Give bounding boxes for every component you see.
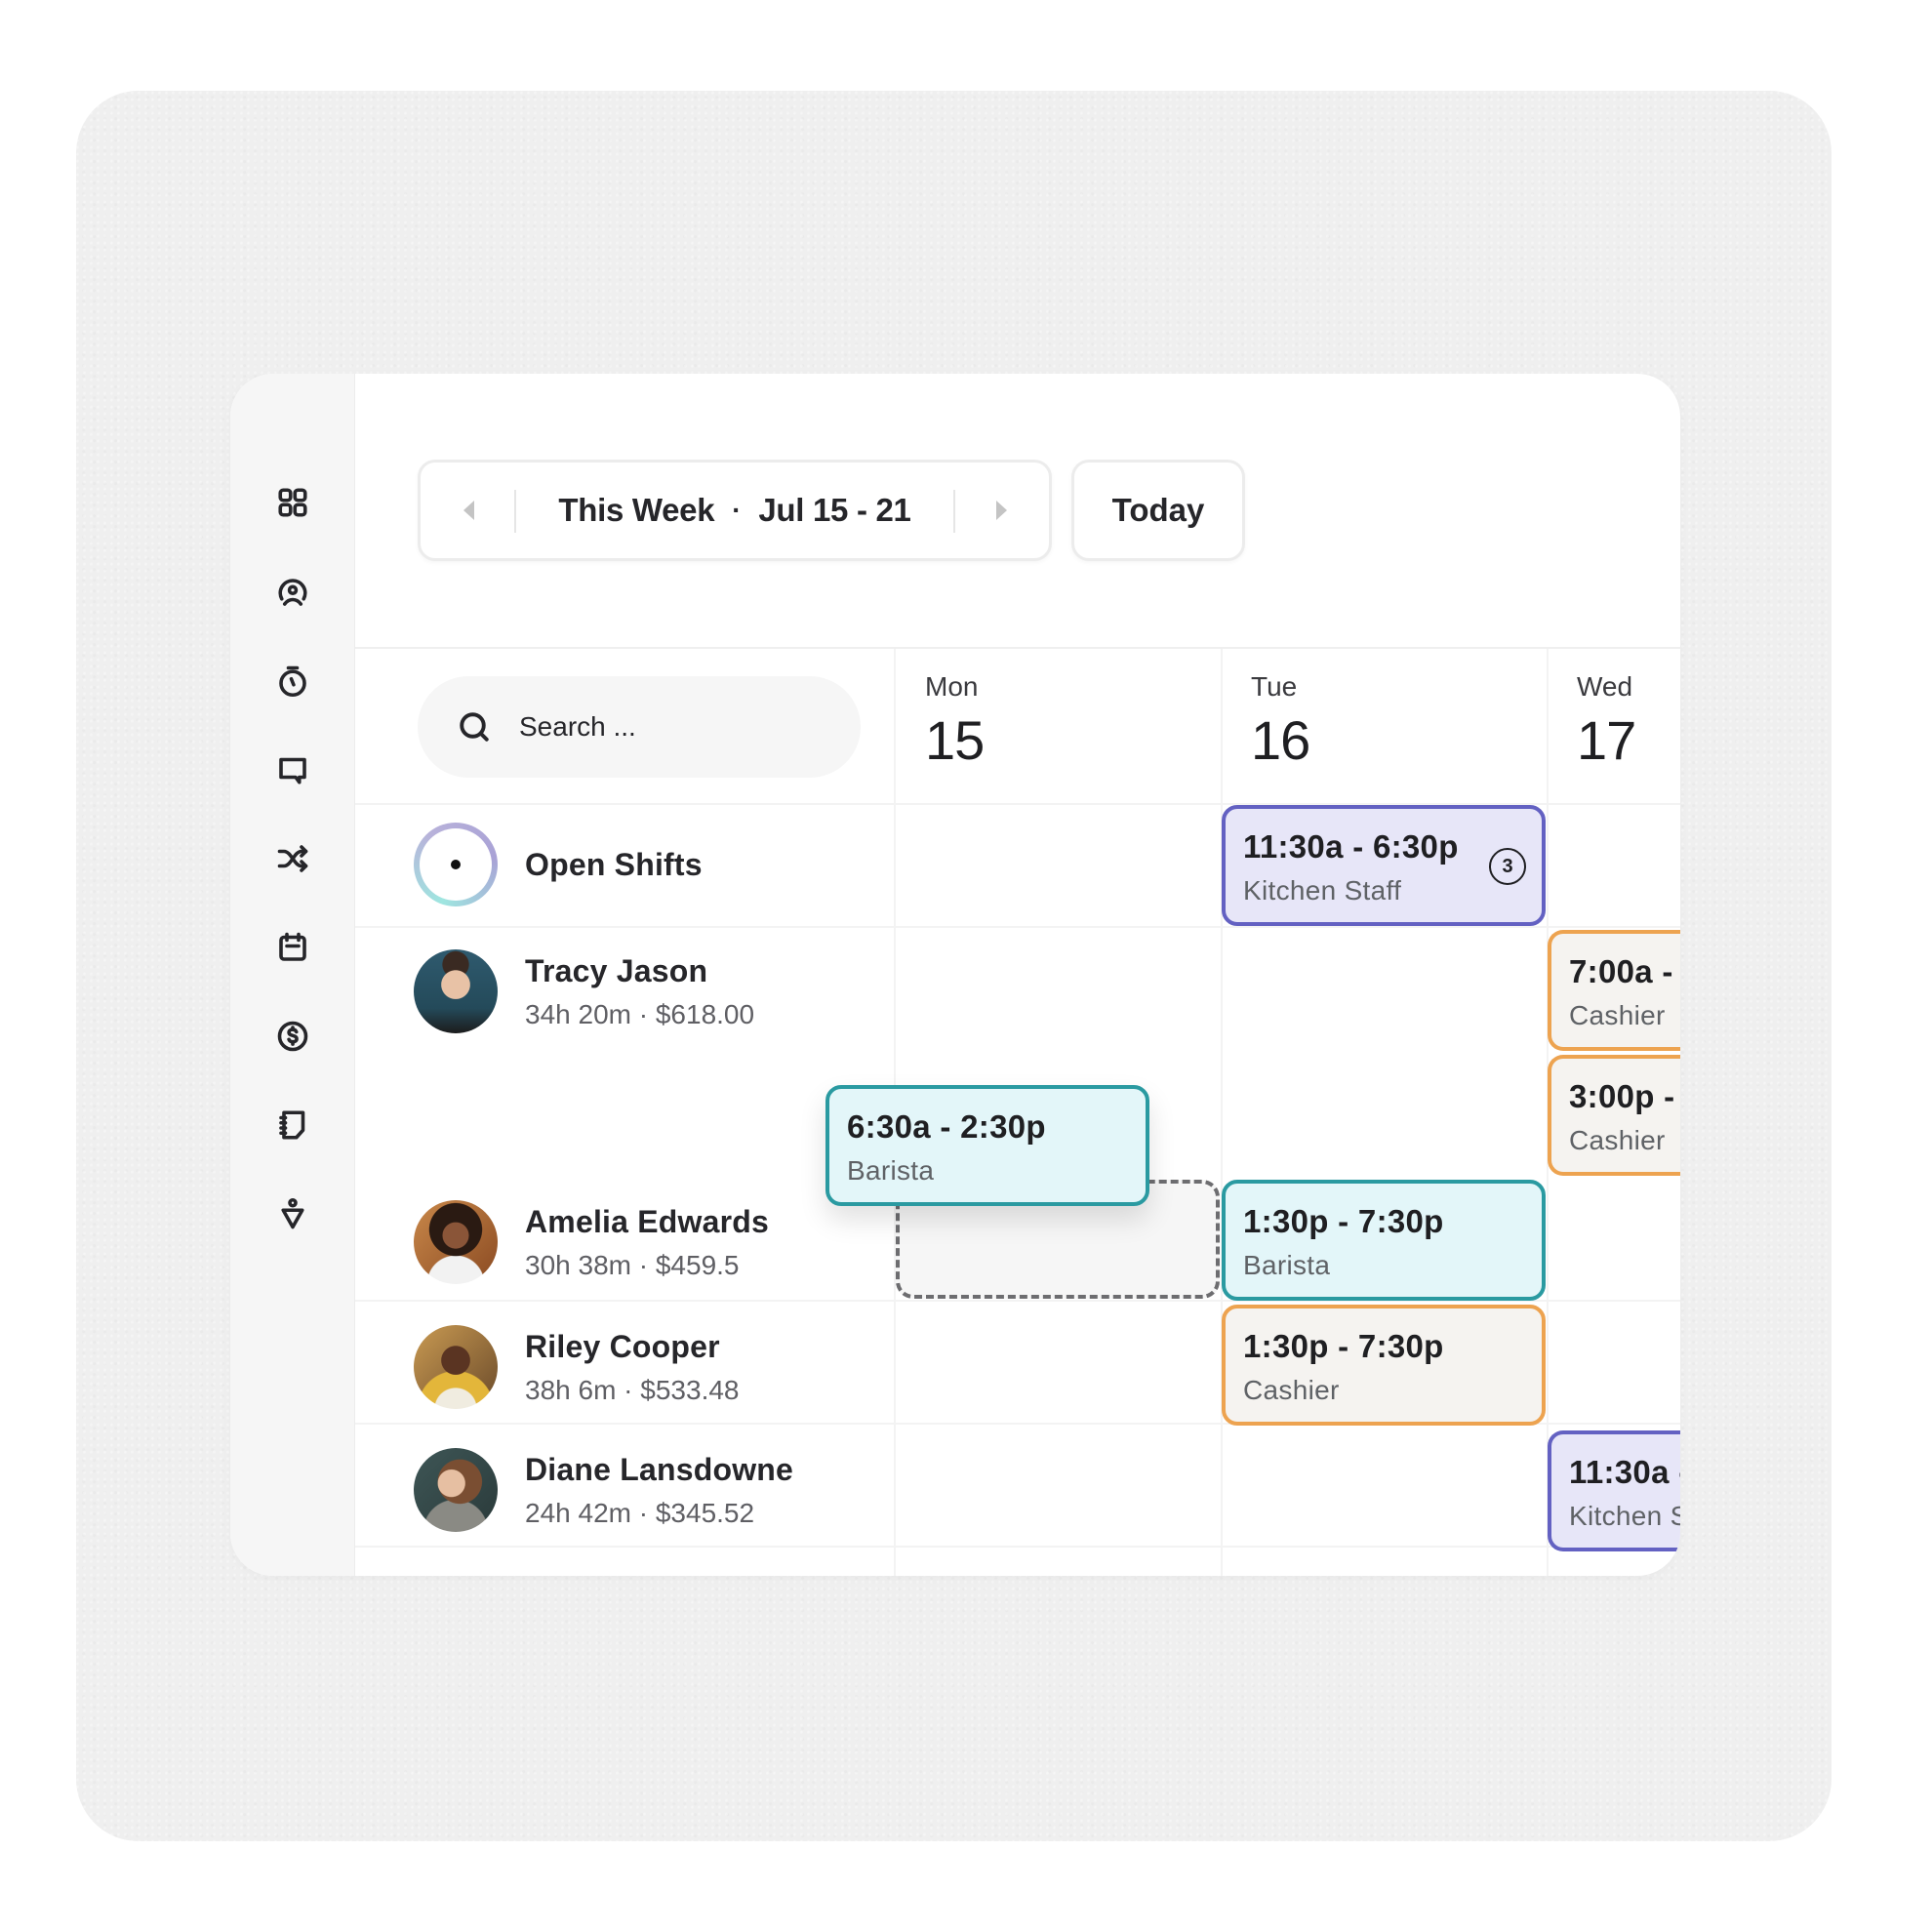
shift-role: Kitchen St [1569,1501,1680,1531]
notebook-icon[interactable] [275,1107,310,1143]
shift-time: 7:00a - 1 [1569,953,1680,989]
shift-role: Cashier [1569,1125,1666,1155]
shift-card-diane-wed[interactable]: 11:30a - Kitchen St [1548,1430,1680,1551]
sidebar [230,374,355,1576]
shift-role: Barista [1243,1250,1331,1280]
shift-card-tracy-wed-1[interactable]: 7:00a - 1 Cashier [1548,930,1680,1051]
shift-time: 6:30a - 2:30p [847,1108,1046,1145]
shift-card-amelia-tue[interactable]: 1:30p - 7:30p Barista [1222,1180,1546,1301]
calendar-icon[interactable] [275,930,310,965]
shift-time: 11:30a - [1569,1454,1680,1490]
shift-role: Barista [847,1155,935,1186]
shift-time: 1:30p - 7:30p [1243,1328,1444,1364]
user-circle-icon[interactable] [275,575,310,610]
shift-role: Cashier [1243,1375,1340,1405]
schedule-main: This Week · Jul 15 - 21 Today Search ...… [355,374,1680,1576]
scheduler-window: This Week · Jul 15 - 21 Today Search ...… [230,374,1680,1576]
stopwatch-icon[interactable] [275,664,310,699]
grid-icon[interactable] [275,485,310,520]
shuffle-icon[interactable] [275,841,310,876]
dollar-icon[interactable] [275,1019,310,1054]
shift-role: Cashier [1569,1000,1666,1030]
chat-icon[interactable] [275,752,310,787]
shift-time: 3:00p - 7 [1569,1078,1680,1114]
shift-card-dragging[interactable]: 6:30a - 2:30p Barista [825,1085,1149,1206]
shift-card-tracy-wed-2[interactable]: 3:00p - 7 Cashier [1548,1055,1680,1176]
shift-card-riley-tue[interactable]: 1:30p - 7:30p Cashier [1222,1305,1546,1426]
shift-time: 1:30p - 7:30p [1243,1203,1444,1239]
person-icon[interactable] [275,1196,310,1231]
